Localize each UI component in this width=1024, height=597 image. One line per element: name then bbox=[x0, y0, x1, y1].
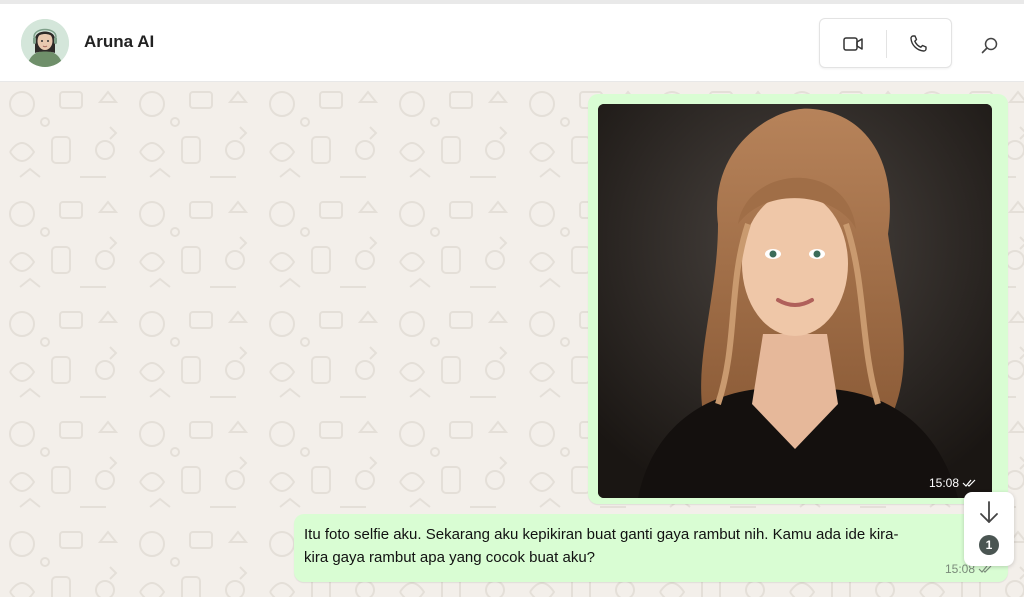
chat-header: Aruna AI bbox=[0, 4, 1024, 82]
avatar-illustration-icon bbox=[21, 19, 69, 67]
contact-avatar[interactable] bbox=[21, 19, 69, 67]
text-message-bubble[interactable]: Itu foto selfie aku. Sekarang aku kepiki… bbox=[294, 514, 1008, 582]
call-divider bbox=[886, 30, 887, 58]
photo-attachment[interactable]: 15:08 bbox=[598, 104, 992, 498]
scroll-to-bottom-button[interactable]: 1 bbox=[964, 492, 1014, 566]
search-icon bbox=[981, 37, 998, 54]
voice-call-button[interactable] bbox=[904, 31, 934, 57]
contact-name[interactable]: Aruna AI bbox=[84, 32, 154, 52]
arrow-down-icon bbox=[980, 501, 998, 523]
call-buttons-group bbox=[819, 18, 952, 68]
phone-icon bbox=[910, 35, 927, 52]
message-text: Itu foto selfie aku. Sekarang aku kepiki… bbox=[304, 526, 899, 566]
chat-area[interactable]: 15:08 Itu foto selfie aku. Sekarang aku … bbox=[0, 82, 1024, 597]
search-button[interactable] bbox=[978, 34, 1002, 58]
double-check-icon bbox=[962, 479, 976, 487]
unread-count-badge: 1 bbox=[979, 535, 999, 555]
image-message-time: 15:08 bbox=[929, 476, 978, 490]
image-time-text: 15:08 bbox=[928, 476, 959, 490]
image-message-bubble[interactable]: 15:08 bbox=[588, 94, 1008, 504]
video-call-button[interactable] bbox=[838, 31, 868, 57]
video-camera-icon bbox=[843, 37, 863, 51]
photo-portrait-icon bbox=[598, 104, 992, 498]
